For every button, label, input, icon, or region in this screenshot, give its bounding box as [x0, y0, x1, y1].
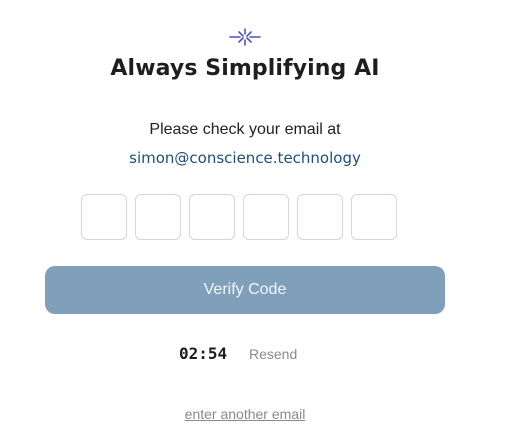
email-prompt: Please check your email at	[149, 121, 341, 138]
page-title: Always Simplifying AI	[110, 56, 380, 81]
enter-another-email-link[interactable]: enter another email	[0, 406, 490, 422]
code-input-row	[81, 194, 397, 240]
code-digit-1[interactable]	[81, 194, 127, 240]
resend-link[interactable]: Resend	[249, 346, 297, 362]
email-address: simon@conscience.technology	[129, 149, 361, 167]
logo-icon	[229, 28, 261, 46]
code-digit-3[interactable]	[189, 194, 235, 240]
code-digit-2[interactable]	[135, 194, 181, 240]
countdown-timer: 02:54	[179, 344, 228, 363]
code-digit-6[interactable]	[351, 194, 397, 240]
verify-code-button[interactable]: Verify Code	[45, 266, 445, 314]
code-digit-4[interactable]	[243, 194, 289, 240]
code-digit-5[interactable]	[297, 194, 343, 240]
